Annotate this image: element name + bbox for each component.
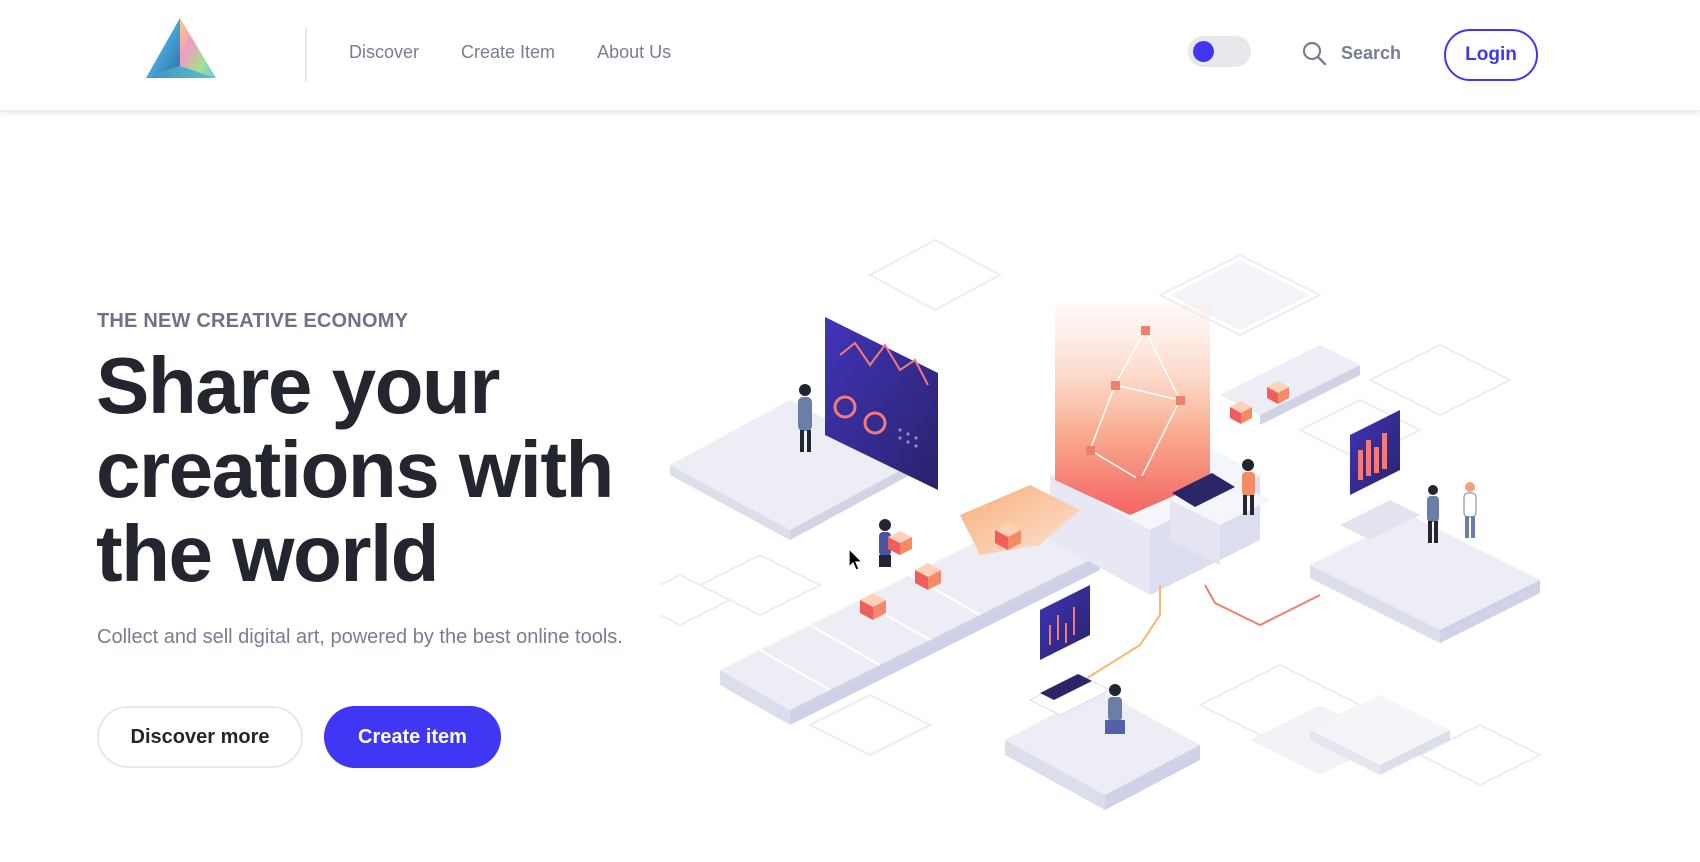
hero-illustration (660, 238, 1543, 810)
login-button[interactable]: Login (1444, 29, 1538, 81)
hero-headline: Share your creations with the world (96, 341, 614, 598)
nav-about-us[interactable]: About Us (597, 42, 671, 63)
main-nav: Discover Create Item About Us (349, 42, 671, 63)
search-icon (1302, 41, 1327, 66)
discover-more-button[interactable]: Discover more (97, 706, 303, 768)
nav-create-item[interactable]: Create Item (461, 42, 555, 63)
hero-subtitle: Collect and sell digital art, powered by… (97, 626, 623, 648)
logo-icon[interactable] (144, 16, 218, 82)
create-item-button[interactable]: Create item (324, 706, 501, 768)
mouse-pointer-icon (848, 548, 864, 571)
top-navigation-bar: Discover Create Item About Us Search Log… (0, 0, 1700, 111)
theme-toggle[interactable] (1188, 36, 1251, 67)
search-button[interactable]: Search (1301, 40, 1401, 66)
nav-discover[interactable]: Discover (349, 42, 419, 63)
hero-kicker: THE NEW CREATIVE ECONOMY (97, 310, 409, 332)
header-divider (305, 28, 307, 82)
toggle-knob (1193, 41, 1214, 62)
search-label: Search (1341, 42, 1402, 63)
